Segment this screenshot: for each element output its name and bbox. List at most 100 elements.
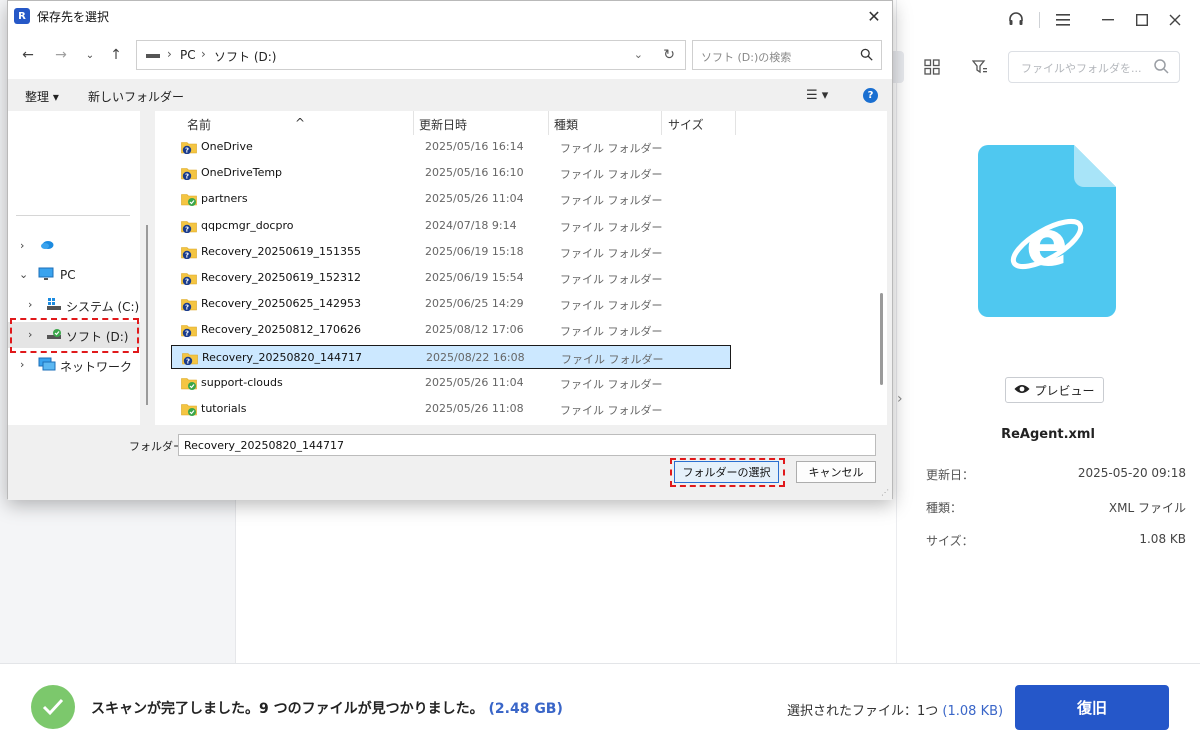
file-modified: 2025/05/16 16:10: [425, 166, 524, 180]
expand-panel-chevron-icon[interactable]: ›: [897, 391, 903, 407]
file-modified: 2025/08/22 16:08: [426, 350, 525, 364]
scan-total-size: (2.48 GB): [488, 701, 563, 717]
address-bar[interactable]: › PC › ソフト (D:) ⌄ ↻: [136, 40, 686, 70]
file-name: OneDrive: [201, 140, 253, 153]
expand-chevron-icon[interactable]: ›: [20, 358, 24, 371]
dialog-search-input[interactable]: ソフト (D:)の検索: [692, 40, 882, 70]
folder-status-unknown-icon: ?: [182, 351, 198, 365]
meta-key: 種類：: [926, 501, 963, 515]
onedrive-cloud-icon: [40, 238, 54, 253]
file-row[interactable]: ? OneDrive 2025/05/16 16:14 ファイル フォルダー: [171, 135, 731, 159]
column-divider[interactable]: [413, 111, 414, 135]
tree-item-pc[interactable]: ⌄ PC: [8, 262, 140, 288]
column-divider[interactable]: [735, 111, 736, 135]
folder-status-unknown-icon: ?: [181, 323, 197, 338]
refresh-icon[interactable]: ↻: [663, 47, 675, 63]
file-scroll-thumb[interactable]: [880, 293, 883, 385]
file-modified: 2025/05/26 11:08: [425, 402, 524, 415]
column-header-name[interactable]: 名前: [187, 116, 211, 133]
svg-text:?: ?: [185, 304, 189, 311]
scan-status-text: スキャンが完了しました。9 つのファイルが見つかりました。 (2.48 GB): [91, 698, 563, 718]
nav-pane-scrollbar[interactable]: [144, 113, 150, 425]
folder-status-unknown-icon: ?: [181, 140, 197, 155]
column-header-type[interactable]: 種類: [554, 116, 578, 133]
app-search-placeholder: ファイルやフォルダを...: [1021, 62, 1142, 75]
filter-icon[interactable]: [968, 55, 992, 79]
grid-view-icon[interactable]: [920, 55, 944, 79]
tree-item-label: システム (C:): [66, 300, 140, 314]
meta-row-modified: 更新日： 2025-05-20 09:18: [926, 466, 1186, 484]
folder-status-unknown-icon: ?: [181, 271, 197, 286]
file-type: ファイル フォルダー: [560, 246, 663, 260]
dialog-close-icon[interactable]: ✕: [862, 4, 886, 28]
close-icon[interactable]: [1163, 8, 1187, 32]
nav-scroll-thumb[interactable]: [146, 225, 148, 405]
expand-chevron-icon[interactable]: ›: [20, 239, 24, 252]
recover-button[interactable]: 復旧: [1015, 685, 1169, 730]
menu-icon[interactable]: [1051, 8, 1075, 32]
file-pane-scrollbar[interactable]: [876, 113, 888, 425]
file-name: partners: [201, 192, 248, 206]
collapse-chevron-icon[interactable]: ⌄: [19, 268, 28, 281]
file-row[interactable]: partners 2025/05/26 11:04 ファイル フォルダー: [171, 187, 731, 211]
file-modified: 2025/06/19 15:54: [425, 271, 524, 284]
breadcrumb-drive-d[interactable]: ソフト (D:): [214, 48, 276, 65]
dialog-navigation-bar: ← → ⌄ ↑ › PC › ソフト (D:) ⌄ ↻ ソフト (D:)の検索: [8, 31, 892, 79]
svg-text:?: ?: [185, 330, 189, 337]
tree-item-label: PC: [60, 268, 76, 282]
folder-status-unknown-icon: ?: [181, 297, 197, 312]
breadcrumb-pc[interactable]: PC: [180, 48, 196, 62]
file-row[interactable]: ? qqpcmgr_docpro 2024/07/18 9:14 ファイル フォルダー: [171, 214, 731, 238]
file-name: support-clouds: [201, 375, 283, 389]
file-row[interactable]: ? Recovery_20250619_152312 2025/06/19 15:5…: [171, 266, 731, 290]
cancel-button[interactable]: キャンセル: [796, 461, 876, 483]
new-folder-button[interactable]: 新しいフォルダー: [88, 88, 184, 105]
tree-item-soft-d[interactable]: › ソフト (D:): [8, 322, 140, 348]
file-name: Recovery_20250619_151355: [201, 244, 361, 258]
file-type: ファイル フォルダー: [561, 352, 664, 366]
address-history-chevron-icon[interactable]: ⌄: [634, 48, 643, 61]
column-divider[interactable]: [661, 111, 662, 135]
meta-row-type: 種類： XML ファイル: [926, 499, 1186, 517]
select-folder-button[interactable]: フォルダーの選択: [674, 461, 779, 483]
search-icon[interactable]: [860, 48, 873, 64]
minimize-icon[interactable]: [1096, 8, 1120, 32]
tree-item-onedrive[interactable]: ›: [8, 233, 140, 259]
tree-item-label: ソフト (D:): [66, 330, 129, 344]
file-modified: 2024/07/18 9:14: [425, 218, 517, 232]
back-arrow-icon[interactable]: ←: [18, 45, 38, 65]
resize-grip-icon[interactable]: ⋰: [881, 488, 889, 497]
file-row[interactable]: tutorials 2025/05/26 11:08 ファイル フォルダー: [171, 397, 731, 421]
file-row[interactable]: ? OneDriveTemp 2025/05/16 16:10 ファイル フォルダー: [171, 161, 731, 185]
column-header-size[interactable]: サイズ: [668, 116, 704, 133]
organize-menu[interactable]: 整理 ▾: [25, 88, 59, 105]
folder-name-input[interactable]: Recovery_20250820_144717: [178, 434, 876, 456]
recent-locations-chevron-icon[interactable]: ⌄: [80, 45, 100, 65]
pc-monitor-icon: [38, 267, 54, 284]
file-row[interactable]: ? Recovery_20250820_144717 2025/08/22 16:0…: [171, 344, 731, 369]
help-icon[interactable]: ?: [863, 88, 878, 103]
search-icon[interactable]: [1153, 58, 1169, 77]
forward-arrow-icon[interactable]: →: [51, 45, 71, 65]
tree-item-network[interactable]: › ネットワーク: [8, 352, 140, 378]
file-row[interactable]: support-clouds 2025/05/26 11:04 ファイル フォルダー: [171, 371, 731, 395]
expand-chevron-icon[interactable]: ›: [28, 298, 32, 311]
view-options-icon[interactable]: ☰ ▾: [806, 88, 828, 103]
up-arrow-icon[interactable]: ↑: [106, 45, 126, 65]
expand-chevron-icon[interactable]: ›: [28, 328, 32, 341]
app-search-input[interactable]: ファイルやフォルダを...: [1008, 51, 1180, 83]
folder-synced-icon: [181, 192, 197, 207]
column-divider[interactable]: [548, 111, 549, 135]
svg-text:?: ?: [186, 357, 190, 364]
xml-file-icon: e: [978, 145, 1116, 317]
file-name: qqpcmgr_docpro: [201, 218, 294, 232]
file-row[interactable]: ? Recovery_20250812_170626 2025/08/12 17:0…: [171, 318, 731, 342]
support-headset-icon[interactable]: [1004, 8, 1028, 32]
scan-complete-check-icon: [31, 685, 75, 729]
file-row[interactable]: ? Recovery_20250625_142953 2025/06/25 14:2…: [171, 292, 731, 316]
preview-button[interactable]: プレビュー: [1005, 377, 1104, 403]
column-header-modified[interactable]: 更新日時: [419, 116, 467, 133]
maximize-icon[interactable]: [1130, 8, 1154, 32]
tree-item-system-c[interactable]: › システム (C:): [8, 292, 140, 318]
file-row[interactable]: ? Recovery_20250619_151355 2025/06/19 15:1…: [171, 240, 731, 264]
